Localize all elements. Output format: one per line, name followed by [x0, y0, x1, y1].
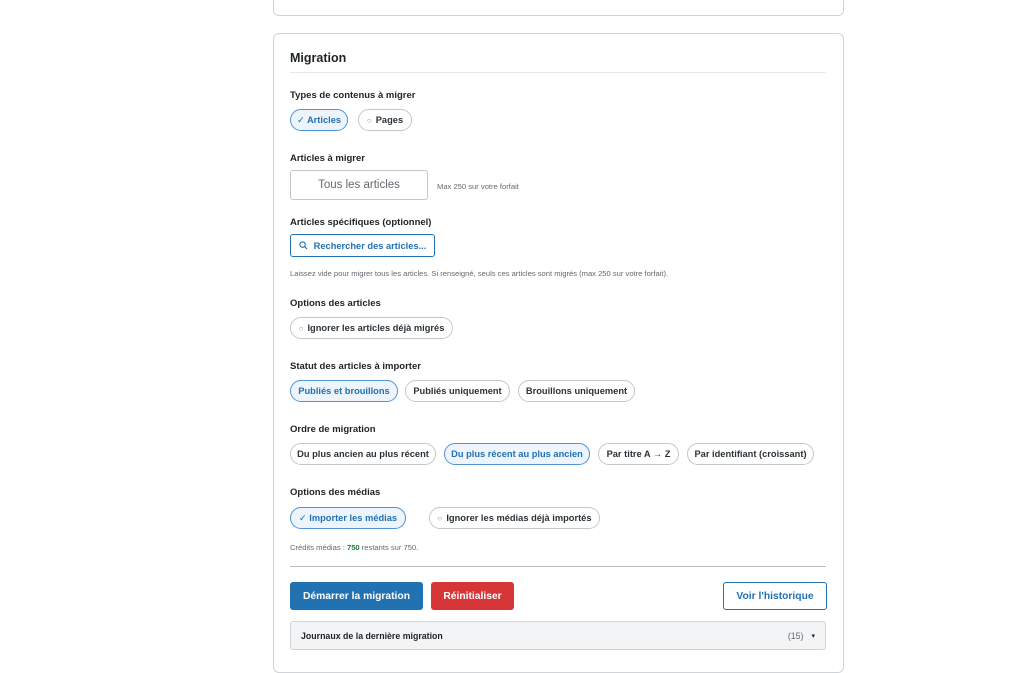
chip-status-label: Publiés uniquement [413, 386, 502, 396]
card-title: Migration [290, 51, 347, 65]
radio-circle-icon: ○ [298, 323, 304, 333]
radio-circle-icon: ○ [437, 513, 443, 523]
logs-title: Journaux de la dernière migration [301, 630, 443, 641]
chip-status-drafts-only[interactable]: Brouillons uniquement [518, 380, 635, 402]
content-types-label: Types de contenus à migrer [290, 90, 416, 101]
chevron-down-icon: ▾ [811, 632, 815, 640]
order-label: Ordre de migration [290, 424, 376, 435]
last-migration-logs-toggle[interactable]: Journaux de la dernière migration (15) ▾ [290, 621, 826, 650]
chip-import-media-label: ✓ Importer les médias [298, 512, 398, 523]
articles-limit-hint: Max 250 sur votre forfait [437, 182, 519, 191]
chip-status-published-only[interactable]: Publiés uniquement [405, 380, 510, 402]
title-divider [290, 72, 826, 73]
credits-suffix: restants sur 750. [359, 543, 419, 552]
view-history-button[interactable]: Voir l'historique [723, 582, 827, 610]
chip-order-label: Du plus ancien au plus récent [297, 449, 429, 459]
chip-skip-migrated-label: Ignorer les articles déjà migrés [307, 323, 445, 333]
media-credits: Crédits médias : 750 restants sur 750. [290, 543, 418, 552]
credits-value: 750 [346, 543, 360, 552]
reset-button[interactable]: Réinitialiser [431, 582, 514, 610]
chip-status-label: Publiés et brouillons [298, 386, 390, 396]
article-options-label: Options des articles [290, 298, 381, 309]
chip-order-title[interactable]: Par titre A → Z [598, 443, 679, 465]
specific-articles-label: Articles spécifiques (optionnel) [290, 217, 432, 228]
chip-order-id[interactable]: Par identifiant (croissant) [687, 443, 814, 465]
media-options-label: Options des médias [290, 487, 381, 498]
chip-order-label: Par identifiant (croissant) [694, 449, 807, 459]
chip-status-published-drafts[interactable]: Publiés et brouillons [290, 380, 398, 402]
chip-skip-imported-media[interactable]: ○ Ignorer les médias déjà importés [429, 507, 600, 529]
migration-card: Migration Types de contenus à migrer ✓ A… [273, 33, 844, 673]
search-icon [299, 241, 308, 250]
credits-prefix: Crédits médias : [290, 543, 347, 552]
chip-order-oldest-first[interactable]: Du plus ancien au plus récent [290, 443, 436, 465]
chip-pages-label: Pages [375, 115, 404, 125]
articles-count-placeholder: Tous les articles [318, 179, 400, 191]
chip-articles-label: ✓ Articles [296, 114, 342, 125]
specific-articles-help: Laissez vide pour migrer tous les articl… [290, 269, 669, 278]
chip-order-newest-first[interactable]: Du plus récent au plus ancien [444, 443, 590, 465]
section-divider [290, 566, 826, 567]
search-articles-button[interactable]: Rechercher des articles... [290, 234, 435, 257]
chip-skip-migrated-articles[interactable]: ○ Ignorer les articles déjà migrés [290, 317, 453, 339]
previous-card [273, 0, 844, 16]
chip-status-label: Brouillons uniquement [525, 386, 628, 396]
logs-count: (15) [787, 630, 804, 641]
start-migration-button[interactable]: Démarrer la migration [290, 582, 423, 610]
chip-import-media[interactable]: ✓ Importer les médias [290, 507, 406, 529]
chip-order-label: Par titre A → Z [606, 449, 671, 459]
chip-order-label: Du plus récent au plus ancien [451, 449, 583, 459]
chip-skip-media-label: Ignorer les médias déjà importés [446, 513, 592, 523]
articles-count-input[interactable]: Tous les articles [290, 170, 428, 200]
chip-pages[interactable]: ○ Pages [358, 109, 412, 131]
status-label: Statut des articles à importer [290, 361, 421, 372]
radio-circle-icon: ○ [366, 115, 372, 125]
chip-articles[interactable]: ✓ Articles [290, 109, 348, 131]
articles-count-label: Articles à migrer [290, 153, 365, 164]
search-articles-label: Rechercher des articles... [313, 240, 427, 251]
